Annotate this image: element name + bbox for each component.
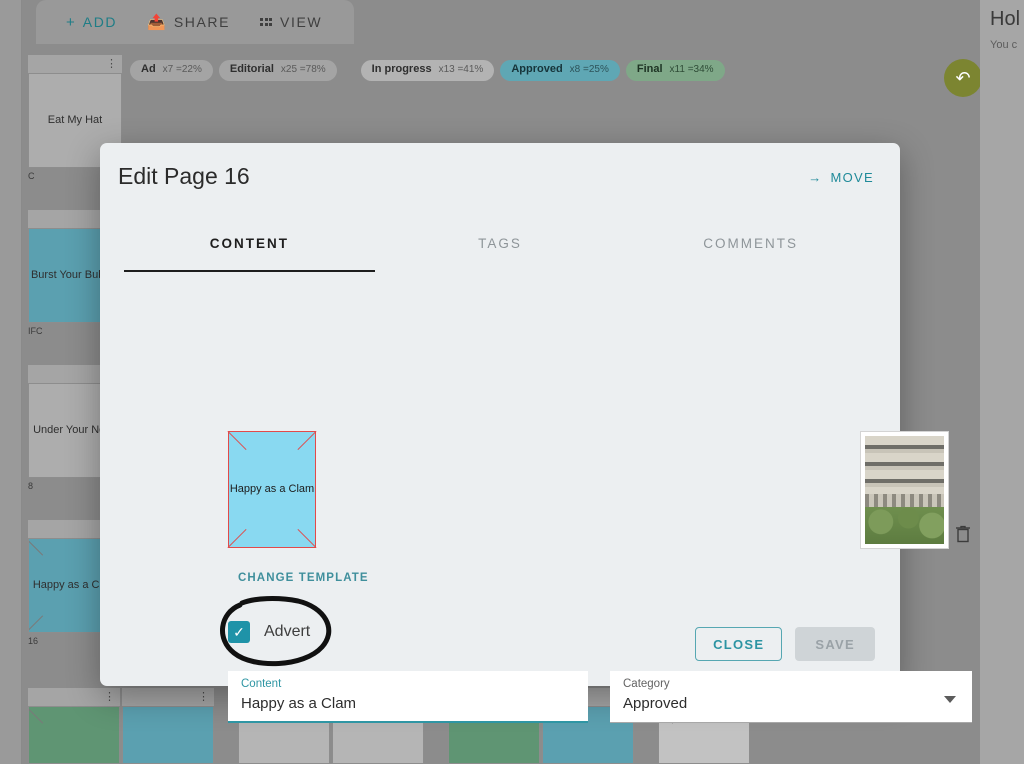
- content-field-value[interactable]: Happy as a Clam: [241, 695, 575, 712]
- right-panel-subtitle: You c: [980, 31, 1024, 51]
- chevron-down-icon[interactable]: [944, 696, 956, 703]
- save-button: SAVE: [795, 627, 875, 661]
- strip-card[interactable]: ⋮: [28, 688, 120, 764]
- crop-mark-icon: [28, 707, 43, 723]
- stat-pill-final[interactable]: Final x11 =34%: [626, 60, 725, 81]
- stat-pill-editorial[interactable]: Editorial x25 =78%: [219, 60, 337, 81]
- arrow-right-icon: →: [808, 170, 822, 185]
- more-options-icon[interactable]: ⋮: [104, 694, 115, 701]
- content-field-label: Content: [241, 678, 575, 690]
- trash-icon[interactable]: [955, 525, 971, 543]
- view-button[interactable]: VIEW: [260, 14, 322, 30]
- stat-label: Final: [637, 63, 663, 75]
- undo-button[interactable]: ↶: [944, 59, 982, 97]
- stat-pill-ad[interactable]: Ad x7 =22%: [130, 60, 213, 81]
- toolbar: + ADD 📤 SHARE VIEW: [36, 0, 354, 44]
- undo-icon: ↶: [955, 68, 970, 89]
- stat-value: x11 =34%: [670, 64, 714, 75]
- more-options-icon[interactable]: ⋮: [106, 61, 117, 68]
- page-image-thumbnail[interactable]: [860, 431, 949, 549]
- add-button[interactable]: + ADD: [66, 14, 117, 30]
- app-root: + ADD 📤 SHARE VIEW Ad x7 =22% Editorial …: [0, 0, 1024, 764]
- strip-card-body: [122, 706, 214, 764]
- strip-card-bar: ⋮: [28, 688, 120, 706]
- page-card-bar: ⋮: [28, 55, 122, 73]
- category-field-label: Category: [623, 678, 959, 690]
- photo-hedge: [865, 507, 944, 544]
- advert-checkbox[interactable]: ✓: [228, 621, 250, 643]
- form-fields: Content Happy as a Clam Category Approve…: [228, 671, 972, 723]
- add-label: ADD: [83, 14, 117, 30]
- more-options-icon[interactable]: ⋮: [198, 694, 209, 701]
- grid-icon: [260, 18, 272, 26]
- stats-bar: Ad x7 =22% Editorial x25 =78% In progres…: [130, 60, 725, 81]
- tab-tags[interactable]: TAGS: [375, 236, 626, 272]
- crop-mark-icon: [28, 615, 43, 631]
- check-icon: ✓: [233, 624, 245, 641]
- stat-pill-in-progress[interactable]: In progress x13 =41%: [361, 60, 495, 81]
- category-select[interactable]: Category Approved: [610, 671, 972, 723]
- stat-value: x13 =41%: [439, 64, 484, 75]
- strip-card-body: [28, 706, 120, 764]
- content-field[interactable]: Content Happy as a Clam: [228, 671, 588, 723]
- dialog-title: Edit Page 16: [118, 163, 250, 190]
- tab-comments[interactable]: COMMENTS: [625, 236, 876, 272]
- share-icon: 📤: [147, 15, 166, 30]
- view-label: VIEW: [280, 14, 322, 30]
- dialog-actions: CLOSE SAVE: [695, 627, 875, 661]
- close-button[interactable]: CLOSE: [695, 627, 782, 661]
- advert-label: Advert: [264, 623, 310, 641]
- strip-card[interactable]: ⋮: [122, 688, 214, 764]
- stat-label: Ad: [141, 63, 156, 75]
- template-preview[interactable]: Happy as a Clam: [228, 431, 316, 548]
- move-label: MOVE: [831, 170, 874, 185]
- tab-content[interactable]: CONTENT: [124, 236, 375, 272]
- stat-value: x8 =25%: [570, 64, 609, 75]
- change-template-button[interactable]: CHANGE TEMPLATE: [238, 572, 369, 584]
- move-button[interactable]: → MOVE: [808, 170, 874, 185]
- page-card-title: Eat My Hat: [48, 114, 102, 128]
- strip-card-bar: ⋮: [122, 688, 214, 706]
- building-photo: [865, 436, 944, 544]
- category-field-value: Approved: [623, 695, 959, 712]
- template-preview-title: Happy as a Clam: [229, 432, 315, 547]
- advert-checkbox-row[interactable]: ✓ Advert: [228, 621, 310, 643]
- edit-page-dialog: Edit Page 16 → MOVE CONTENT TAGS COMMENT…: [100, 143, 900, 686]
- crop-mark-icon: [28, 539, 43, 555]
- right-panel-title: Hol: [980, 0, 1024, 31]
- stat-value: x25 =78%: [281, 64, 326, 75]
- stat-pill-approved[interactable]: Approved x8 =25%: [500, 60, 620, 81]
- right-side-panel: Hol You c: [980, 0, 1024, 764]
- stat-label: Editorial: [230, 63, 274, 75]
- left-rail: [0, 0, 22, 764]
- stat-label: In progress: [372, 63, 432, 75]
- stat-value: x7 =22%: [163, 64, 202, 75]
- share-button[interactable]: 📤 SHARE: [147, 14, 230, 30]
- stat-label: Approved: [511, 63, 562, 75]
- plus-icon: +: [66, 15, 75, 30]
- dialog-tabs: CONTENT TAGS COMMENTS: [124, 236, 876, 272]
- share-label: SHARE: [174, 14, 230, 30]
- strip-group: ⋮ ⋮: [28, 688, 214, 764]
